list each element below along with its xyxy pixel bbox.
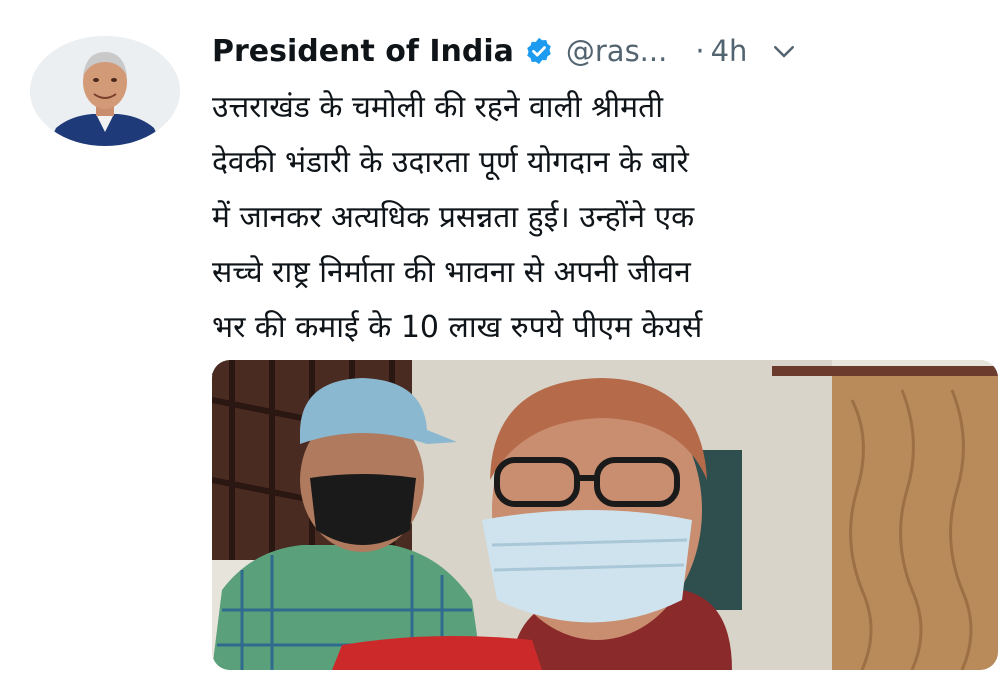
tweet-timestamp[interactable]: 4h [711,34,748,68]
tweet-photo[interactable] [212,360,998,670]
tweet-header: President of India @ras... · 4h [212,28,990,74]
verified-badge-icon [524,36,554,66]
author-name[interactable]: President of India [212,34,514,69]
avatar-image [30,36,180,146]
author-avatar[interactable] [30,36,180,146]
chevron-down-icon[interactable] [769,36,799,66]
photo-image [212,360,998,670]
author-handle[interactable]: @ras... [566,34,667,68]
separator-dot: · [695,34,705,68]
